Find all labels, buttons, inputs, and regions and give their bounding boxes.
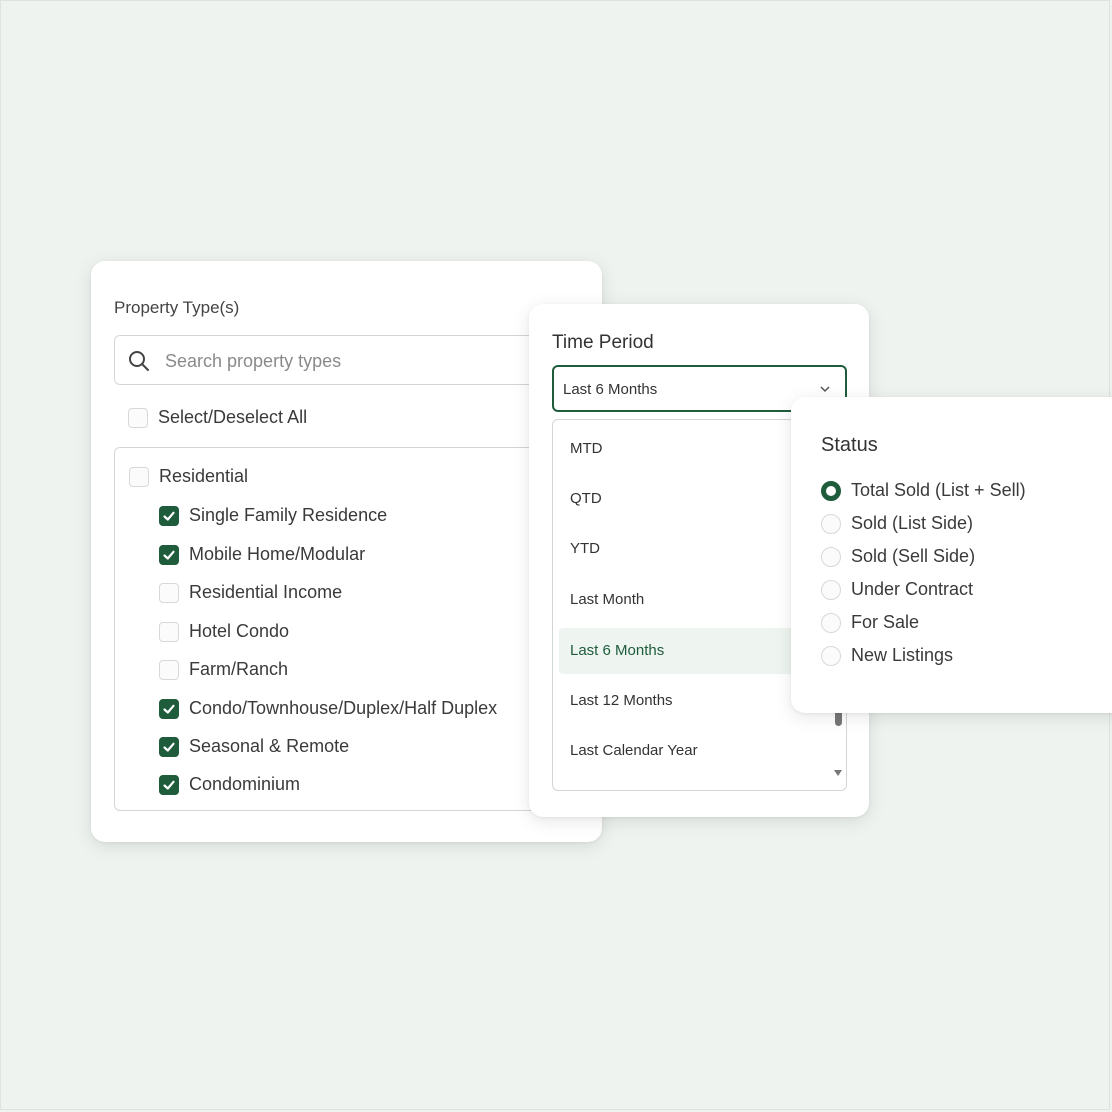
checkbox[interactable] — [159, 582, 179, 603]
status-title: Status — [821, 434, 878, 456]
search-icon — [129, 351, 149, 371]
property-type-label: Condominium — [189, 774, 301, 794]
status-option-label: Sold (Sell Side) — [851, 546, 976, 566]
checked-checkbox[interactable] — [159, 544, 179, 565]
select-all-checkbox[interactable] — [128, 407, 148, 428]
status-option-label: Sold (List Side) — [851, 513, 974, 533]
time-period-option[interactable]: YTD — [559, 526, 829, 572]
status-option[interactable]: Sold (List Side) — [821, 513, 973, 534]
radio[interactable] — [821, 579, 841, 600]
chevron-down-icon — [820, 386, 830, 393]
group-residential[interactable]: Residential — [129, 466, 248, 487]
status-option[interactable]: Sold (Sell Side) — [821, 546, 975, 567]
radio[interactable] — [821, 546, 841, 567]
radio[interactable] — [821, 645, 841, 666]
property-type-item[interactable]: Seasonal & Remote — [159, 736, 349, 757]
status-option[interactable]: Under Contract — [821, 579, 973, 600]
time-period-option[interactable]: MTD — [559, 426, 829, 472]
checked-checkbox[interactable] — [159, 774, 179, 795]
select-all-label: Select/Deselect All — [158, 407, 308, 427]
time-period-title: Time Period — [552, 332, 654, 353]
property-type-label: Farm/Ranch — [189, 659, 289, 679]
status-option-label: Under Contract — [851, 579, 974, 599]
select-all-row[interactable]: Select/Deselect All — [128, 407, 307, 428]
property-type-item[interactable]: Condominium — [159, 774, 300, 795]
property-type-item[interactable]: Mobile Home/Modular — [159, 544, 365, 565]
time-period-option[interactable]: Last Month — [559, 577, 829, 623]
time-period-value: Last 6 Months — [563, 381, 658, 398]
property-type-item[interactable]: Condo/Townhouse/Duplex/Half Duplex — [159, 698, 497, 719]
time-period-option[interactable]: Last 6 Months — [559, 628, 829, 674]
group-label: Residential — [159, 466, 249, 486]
radio[interactable] — [821, 612, 841, 633]
check-icon — [163, 780, 175, 790]
property-type-title: Property Type(s) — [114, 298, 240, 317]
property-type-item[interactable]: Single Family Residence — [159, 505, 387, 526]
check-icon — [163, 550, 175, 560]
property-type-item[interactable]: Residential Income — [159, 582, 342, 603]
group-checkbox[interactable] — [129, 466, 149, 487]
property-type-label: Single Family Residence — [189, 505, 388, 525]
status-panel: Status Total Sold (List + Sell) Sold (Lis… — [791, 397, 1112, 713]
checked-checkbox[interactable] — [159, 698, 179, 719]
property-type-label: Hotel Condo — [189, 621, 290, 641]
status-option[interactable]: Total Sold (List + Sell) — [821, 480, 1026, 501]
property-type-label: Seasonal & Remote — [189, 736, 350, 756]
time-period-option[interactable]: QTD — [559, 476, 829, 522]
property-type-label: Condo/Townhouse/Duplex/Half Duplex — [189, 698, 498, 718]
selected-radio[interactable] — [821, 480, 841, 501]
property-type-label: Mobile Home/Modular — [189, 544, 366, 564]
check-icon — [163, 704, 175, 714]
radio[interactable] — [821, 513, 841, 534]
checked-checkbox[interactable] — [159, 736, 179, 757]
checked-checkbox[interactable] — [159, 505, 179, 526]
check-icon — [163, 742, 175, 752]
property-type-item[interactable]: Farm/Ranch — [159, 659, 288, 680]
status-option[interactable]: New Listings — [821, 645, 953, 666]
scroll-down-arrow-icon[interactable] — [834, 769, 842, 777]
time-period-option[interactable]: Last 12 Months — [559, 678, 829, 724]
status-option-label: Total Sold (List + Sell) — [851, 480, 1026, 500]
property-type-item[interactable]: Hotel Condo — [159, 621, 289, 642]
status-option[interactable]: For Sale — [821, 612, 919, 633]
time-period-option[interactable]: Last Calendar Year — [559, 728, 829, 774]
property-type-panel: Property Type(s) Select/Deselect All Res… — [91, 261, 604, 842]
checkbox[interactable] — [159, 621, 179, 642]
status-option-label: For Sale — [851, 612, 920, 632]
search-input[interactable] — [163, 348, 527, 374]
check-icon — [163, 511, 175, 521]
status-option-label: New Listings — [851, 645, 954, 665]
property-type-label: Residential Income — [189, 582, 343, 602]
checkbox[interactable] — [159, 659, 179, 680]
property-type-search[interactable] — [114, 335, 584, 385]
